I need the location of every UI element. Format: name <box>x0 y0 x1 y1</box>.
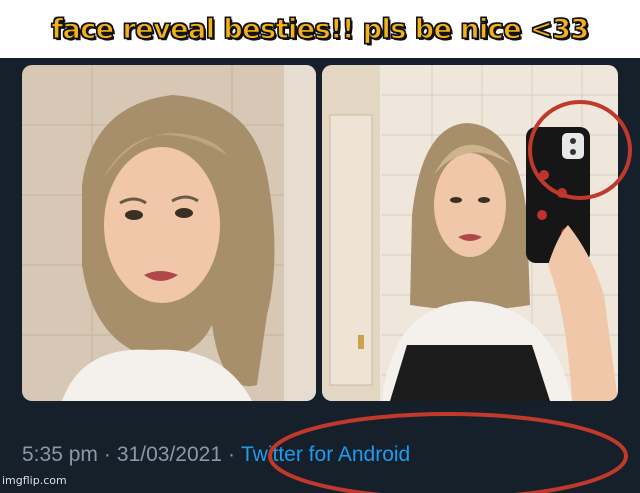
tweet-date: 31/03/2021 <box>116 443 222 466</box>
tweet-source-link[interactable]: Twitter for Android <box>241 443 410 466</box>
meme-caption: face reveal besties!! pls be nice <33 <box>51 13 590 45</box>
selfie-photo[interactable] <box>22 65 316 401</box>
meta-separator: · <box>103 443 111 466</box>
mirror-selfie-illustration <box>322 65 618 401</box>
tweet-time: 5:35 pm <box>22 443 98 466</box>
imgflip-watermark: imgflip.com <box>2 474 67 487</box>
meta-separator: · <box>228 443 235 466</box>
selfie-illustration <box>22 65 316 401</box>
tweet-card: 5:35 pm · 31/03/2021 · Twitter for Android <box>0 58 640 493</box>
meme-caption-bar: face reveal besties!! pls be nice <33 <box>0 0 640 58</box>
mirror-selfie-photo[interactable] <box>322 65 618 401</box>
tweet-metadata: 5:35 pm · 31/03/2021 · Twitter for Android <box>22 443 410 467</box>
